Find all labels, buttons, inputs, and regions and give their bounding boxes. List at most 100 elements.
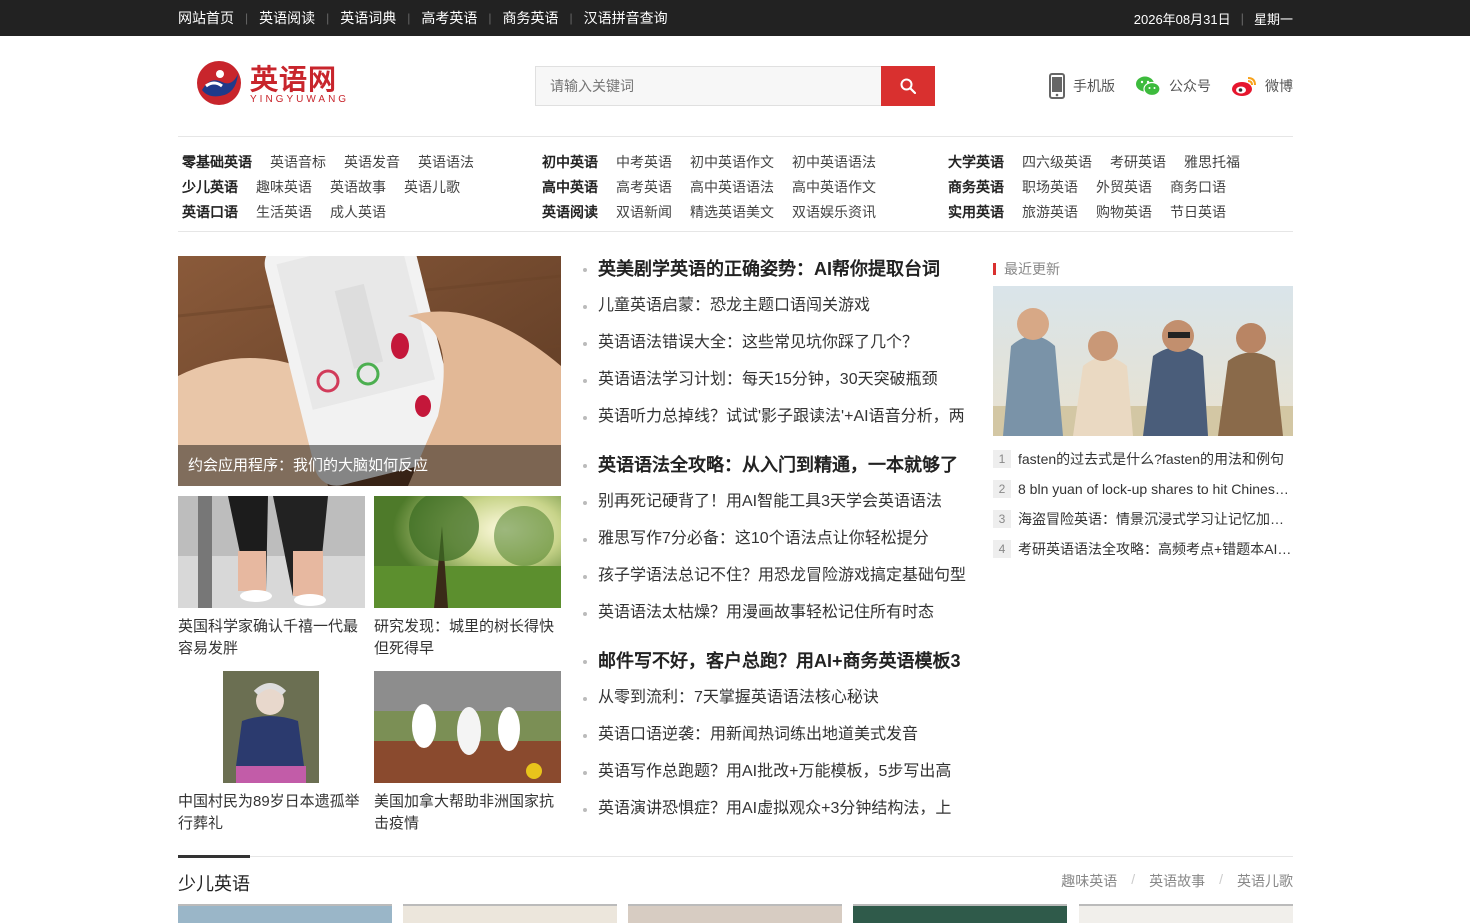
- category-link[interactable]: 高中英语作文: [792, 177, 876, 197]
- category-link[interactable]: 精选英语美文: [690, 202, 774, 222]
- recent-item-title: 考研英语语法全攻略：高频考点+错题本AI智能解析: [1018, 541, 1293, 557]
- category-head[interactable]: 英语阅读: [542, 202, 598, 222]
- category-link[interactable]: 四六级英语: [1022, 152, 1092, 172]
- category-link[interactable]: 节日英语: [1170, 202, 1226, 222]
- top-nav-pinyin[interactable]: 汉语拼音查询: [584, 0, 668, 36]
- category-link[interactable]: 英语儿歌: [404, 177, 460, 197]
- site-logo[interactable]: 英语网 YINGYUWANG: [196, 58, 356, 108]
- category-link[interactable]: 职场英语: [1022, 177, 1078, 197]
- category-link[interactable]: 成人英语: [330, 202, 386, 222]
- category-link[interactable]: 英语语法: [418, 152, 474, 172]
- article-group: 英美剧学英语的正确姿势：AI帮你提取台词 儿童英语启蒙：恐龙主题口语闯关游戏 英…: [583, 256, 968, 441]
- category-head[interactable]: 零基础英语: [182, 152, 252, 172]
- search-box: [535, 66, 935, 106]
- section-thumb[interactable]: [403, 904, 617, 923]
- section-links: 趣味英语 / 英语故事 / 英语儿歌: [1061, 871, 1293, 891]
- section-header: 少儿英语 趣味英语 / 英语故事 / 英语儿歌: [178, 855, 1293, 896]
- thumb-article[interactable]: 研究发现：城里的树长得快但死得早: [374, 496, 561, 660]
- article-link[interactable]: 英语语法错误大全：这些常见坑你踩了几个？: [583, 330, 968, 367]
- lead-article-link[interactable]: 邮件写不好，客户总跑？用AI+商务英语模板3: [583, 648, 968, 685]
- section-link[interactable]: 英语儿歌: [1237, 871, 1293, 891]
- category-link[interactable]: 英语发音: [344, 152, 400, 172]
- category-head[interactable]: 初中英语: [542, 152, 598, 172]
- category-link[interactable]: 中考英语: [616, 152, 672, 172]
- category-head[interactable]: 商务英语: [948, 177, 1004, 197]
- search-input[interactable]: [535, 66, 881, 106]
- category-head[interactable]: 高中英语: [542, 177, 598, 197]
- category-head[interactable]: 实用英语: [948, 202, 1004, 222]
- category-head[interactable]: 少儿英语: [182, 177, 238, 197]
- category-link[interactable]: 购物英语: [1096, 202, 1152, 222]
- rank-badge: 1: [993, 450, 1011, 468]
- category-link[interactable]: 英语音标: [270, 152, 326, 172]
- category-nav: 零基础英语 英语音标 英语发音 英语语法 少儿英语 趣味英语 英语故事 英语儿歌…: [178, 136, 1293, 232]
- top-nav-business[interactable]: 商务英语: [503, 0, 559, 36]
- section-title[interactable]: 少儿英语: [178, 870, 250, 896]
- lead-article-link[interactable]: 英美剧学英语的正确姿势：AI帮你提取台词: [583, 256, 968, 293]
- mobile-link[interactable]: 手机版: [1049, 73, 1115, 99]
- category-link[interactable]: 高考英语: [616, 177, 672, 197]
- article-link[interactable]: 英语听力总掉线？试试'影子跟读法'+AI语音分析，两: [583, 404, 968, 441]
- article-link[interactable]: 儿童英语启蒙：恐龙主题口语闯关游戏: [583, 293, 968, 330]
- category-link[interactable]: 初中英语作文: [690, 152, 774, 172]
- category-link[interactable]: 双语娱乐资讯: [792, 202, 876, 222]
- recent-item[interactable]: 1 fasten的过去式是什么?fasten的用法和例句: [993, 444, 1293, 474]
- category-link[interactable]: 商务口语: [1170, 177, 1226, 197]
- thumb-image: [374, 671, 561, 783]
- section-thumb[interactable]: [1079, 904, 1293, 923]
- recent-list: 1 fasten的过去式是什么?fasten的用法和例句 2 8 bln yua…: [993, 444, 1293, 564]
- recent-image-link[interactable]: [993, 286, 1293, 436]
- article-link[interactable]: 英语语法太枯燥？用漫画故事轻松记住所有时态: [583, 600, 968, 637]
- article-link[interactable]: 英语语法学习计划：每天15分钟，30天突破瓶颈: [583, 367, 968, 404]
- article-link[interactable]: 英语演讲恐惧症？用AI虚拟观众+3分钟结构法，上: [583, 796, 968, 833]
- section-link[interactable]: 英语故事: [1149, 871, 1205, 891]
- recent-item[interactable]: 2 8 bln yuan of lock-up shares to hit Ch…: [993, 474, 1293, 504]
- recent-item[interactable]: 3 海盗冒险英语：情景沉浸式学习让记忆加倍牢固: [993, 504, 1293, 534]
- top-nav-dictionary[interactable]: 英语词典: [340, 0, 396, 36]
- top-nav-gaokao[interactable]: 高考英语: [421, 0, 477, 36]
- thumb-image: [374, 496, 561, 608]
- section-thumb[interactable]: [853, 904, 1067, 923]
- section-thumb[interactable]: [178, 904, 392, 923]
- section-thumb[interactable]: [628, 904, 842, 923]
- wechat-link[interactable]: 公众号: [1135, 75, 1211, 97]
- category-head[interactable]: 英语口语: [182, 202, 238, 222]
- thumb-article[interactable]: 美国加拿大帮助非洲国家抗击疫情: [374, 671, 561, 835]
- category-link[interactable]: 双语新闻: [616, 202, 672, 222]
- article-group: 邮件写不好，客户总跑？用AI+商务英语模板3 从零到流利：7天掌握英语语法核心秘…: [583, 648, 968, 833]
- article-link[interactable]: 孩子学语法总记不住？用恐龙冒险游戏搞定基础句型: [583, 563, 968, 600]
- category-link[interactable]: 外贸英语: [1096, 177, 1152, 197]
- search-button[interactable]: [881, 66, 935, 106]
- recent-item[interactable]: 4 考研英语语法全攻略：高频考点+错题本AI智能解析: [993, 534, 1293, 564]
- top-nav-home[interactable]: 网站首页: [178, 0, 234, 36]
- weibo-link[interactable]: 微博: [1231, 75, 1293, 97]
- current-weekday: 星期一: [1253, 11, 1293, 27]
- section-link[interactable]: 趣味英语: [1061, 871, 1117, 891]
- category-link[interactable]: 初中英语语法: [792, 152, 876, 172]
- article-link[interactable]: 从零到流利：7天掌握英语语法核心秘诀: [583, 685, 968, 722]
- category-head[interactable]: 大学英语: [948, 152, 1004, 172]
- recent-item-title: 8 bln yuan of lock-up shares to hit Chin…: [1018, 481, 1293, 497]
- category-link[interactable]: 高中英语语法: [690, 177, 774, 197]
- category-link[interactable]: 旅游英语: [1022, 202, 1078, 222]
- phone-icon: [1049, 73, 1065, 99]
- lead-article-link[interactable]: 英语语法全攻略：从入门到精通，一本就够了: [583, 452, 968, 489]
- category-link[interactable]: 生活英语: [256, 202, 312, 222]
- mobile-label: 手机版: [1073, 78, 1115, 94]
- featured-article[interactable]: 约会应用程序：我们的大脑如何反应: [178, 256, 561, 486]
- thumb-article[interactable]: 中国村民为89岁日本遗孤举行葬礼: [178, 671, 365, 835]
- category-link[interactable]: 英语故事: [330, 177, 386, 197]
- article-link[interactable]: 英语口语逆袭：用新闻热词练出地道美式发音: [583, 722, 968, 759]
- top-nav-reading[interactable]: 英语阅读: [259, 0, 315, 36]
- article-link[interactable]: 雅思写作7分必备：这10个语法点让你轻松提分: [583, 526, 968, 563]
- category-link[interactable]: 雅思托福: [1184, 152, 1240, 172]
- wechat-icon: [1136, 76, 1161, 97]
- weibo-label: 微博: [1265, 78, 1293, 94]
- article-link[interactable]: 英语写作总跑题？用AI批改+万能模板，5步写出高: [583, 759, 968, 796]
- category-link[interactable]: 趣味英语: [256, 177, 312, 197]
- thumb-article[interactable]: 英国科学家确认千禧一代最容易发胖: [178, 496, 365, 660]
- category-col-2: 初中英语 中考英语 初中英语作文 初中英语语法 高中英语 高考英语 高中英语语法…: [542, 149, 894, 224]
- category-link[interactable]: 考研英语: [1110, 152, 1166, 172]
- article-link[interactable]: 别再死记硬背了！用AI智能工具3天学会英语语法: [583, 489, 968, 526]
- thumb-image: [178, 496, 365, 608]
